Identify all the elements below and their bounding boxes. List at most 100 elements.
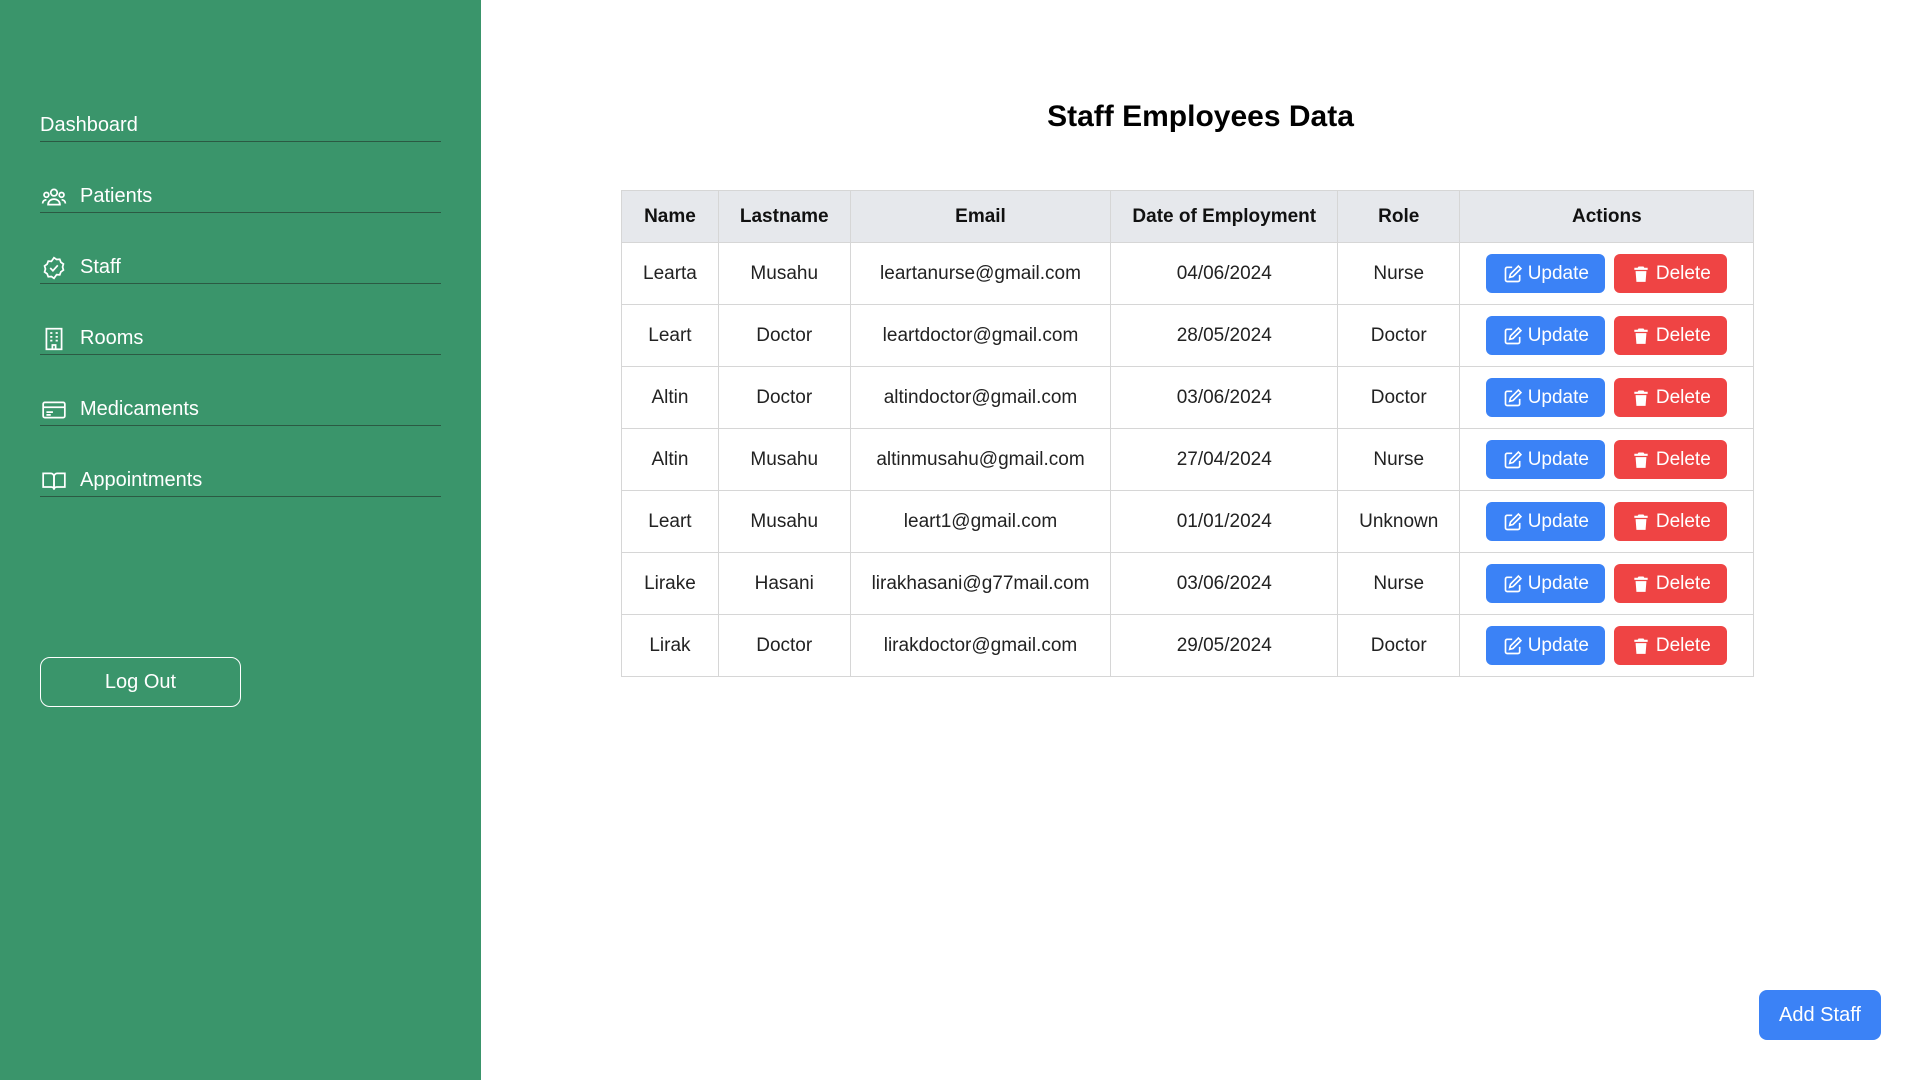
trash-icon — [1631, 636, 1656, 656]
sidebar-item-staff[interactable]: Staff — [40, 252, 441, 284]
cell-email: lirakdoctor@gmail.com — [849, 614, 1112, 677]
cell-actions: Update Delete — [1459, 552, 1755, 615]
cell-name: Altin — [621, 366, 719, 429]
update-button[interactable]: Update — [1486, 378, 1606, 417]
sidebar-item-label: Appointments — [80, 469, 203, 491]
delete-button[interactable]: Delete — [1614, 440, 1728, 479]
update-label: Update — [1527, 448, 1589, 470]
cell-email: leart1@gmail.com — [849, 490, 1112, 553]
cell-actions: Update Delete — [1459, 366, 1755, 429]
table-body: Learta Musahu leartanurse@gmail.com 04/06/2… — [621, 242, 1755, 677]
delete-button[interactable]: Delete — [1614, 564, 1728, 603]
cell-lastname: Musahu — [717, 490, 851, 553]
sidebar-item-dashboard[interactable]: Dashboard — [40, 110, 441, 142]
cell-email: leartdoctor@gmail.com — [849, 304, 1112, 367]
table-row: Leart Doctor leartdoctor@gmail.com 28/05/20… — [621, 304, 1755, 367]
main-content: Staff Employees Data Name Lastname Email… — [481, 0, 1920, 1080]
add-staff-button[interactable]: Add Staff — [1759, 990, 1881, 1040]
edit-icon — [1503, 574, 1528, 594]
cell-name: Learta — [621, 242, 719, 305]
page-title: Staff Employees Data — [1047, 100, 1354, 133]
staff-table-container: Name Lastname Email Date of Employment R… — [621, 190, 1755, 677]
update-button[interactable]: Update — [1486, 626, 1606, 665]
cell-name: Altin — [621, 428, 719, 491]
column-header-lastname: Lastname — [717, 190, 851, 243]
delete-button[interactable]: Delete — [1614, 502, 1728, 541]
sidebar-item-label: Staff — [80, 256, 121, 278]
cell-actions: Update Delete — [1459, 304, 1755, 367]
delete-label: Delete — [1655, 634, 1711, 656]
update-label: Update — [1527, 324, 1589, 346]
table-row: Lirak Doctor lirakdoctor@gmail.com 29/05/20… — [621, 614, 1755, 677]
cell-role: Nurse — [1337, 552, 1461, 615]
cell-lastname: Doctor — [717, 366, 851, 429]
edit-icon — [1503, 450, 1528, 470]
trash-icon — [1631, 450, 1656, 470]
cell-date: 29/05/2024 — [1110, 614, 1339, 677]
update-button[interactable]: Update — [1486, 502, 1606, 541]
delete-label: Delete — [1655, 572, 1711, 594]
column-header-email: Email — [849, 190, 1112, 243]
sidebar-item-appointments[interactable]: Appointments — [40, 465, 441, 497]
trash-icon — [1631, 388, 1656, 408]
update-button[interactable]: Update — [1486, 254, 1606, 293]
update-button[interactable]: Update — [1486, 564, 1606, 603]
card-icon — [40, 396, 68, 424]
cell-lastname: Doctor — [717, 304, 851, 367]
sidebar-item-label: Rooms — [80, 327, 144, 349]
cell-actions: Update Delete — [1459, 614, 1755, 677]
sidebar-item-medicaments[interactable]: Medicaments — [40, 394, 441, 426]
cell-lastname: Hasani — [717, 552, 851, 615]
logout-button[interactable]: Log Out — [40, 657, 241, 707]
sidebar-item-label: Medicaments — [80, 398, 199, 420]
cell-email: altindoctor@gmail.com — [849, 366, 1112, 429]
update-label: Update — [1527, 634, 1589, 656]
table-header-row: Name Lastname Email Date of Employment R… — [621, 190, 1755, 243]
cell-role: Unknown — [1337, 490, 1461, 553]
delete-button[interactable]: Delete — [1614, 378, 1728, 417]
delete-button[interactable]: Delete — [1614, 254, 1728, 293]
column-header-name: Name — [621, 190, 719, 243]
update-label: Update — [1527, 572, 1589, 594]
sidebar-item-patients[interactable]: Patients — [40, 181, 441, 213]
table-row: Leart Musahu leart1@gmail.com 01/01/2024 Unk… — [621, 490, 1755, 553]
cell-name: Leart — [621, 304, 719, 367]
delete-button[interactable]: Delete — [1614, 316, 1728, 355]
app: Dashboard Patients Staff Rooms Medicamen… — [0, 0, 1920, 1080]
cell-email: lirakhasani@g77mail.com — [849, 552, 1112, 615]
cell-name: Lirak — [621, 614, 719, 677]
update-button[interactable]: Update — [1486, 316, 1606, 355]
cell-email: altinmusahu@gmail.com — [849, 428, 1112, 491]
edit-icon — [1503, 388, 1528, 408]
update-button[interactable]: Update — [1486, 440, 1606, 479]
edit-icon — [1503, 512, 1528, 532]
cell-actions: Update Delete — [1459, 428, 1755, 491]
sidebar-nav: Dashboard Patients Staff Rooms Medicamen… — [40, 110, 441, 536]
cell-email: leartanurse@gmail.com — [849, 242, 1112, 305]
edit-icon — [1503, 264, 1528, 284]
delete-label: Delete — [1655, 324, 1711, 346]
trash-icon — [1631, 264, 1656, 284]
cell-role: Doctor — [1337, 366, 1461, 429]
delete-label: Delete — [1655, 510, 1711, 532]
cell-actions: Update Delete — [1459, 490, 1755, 553]
cell-role: Doctor — [1337, 614, 1461, 677]
edit-icon — [1503, 636, 1528, 656]
users-icon — [40, 183, 68, 211]
delete-label: Delete — [1655, 448, 1711, 470]
delete-label: Delete — [1655, 262, 1711, 284]
update-label: Update — [1527, 262, 1589, 284]
staff-table: Name Lastname Email Date of Employment R… — [621, 190, 1755, 677]
update-label: Update — [1527, 510, 1589, 532]
delete-button[interactable]: Delete — [1614, 626, 1728, 665]
cell-lastname: Musahu — [717, 428, 851, 491]
cell-date: 01/01/2024 — [1110, 490, 1339, 553]
trash-icon — [1631, 512, 1656, 532]
cell-role: Doctor — [1337, 304, 1461, 367]
cell-lastname: Doctor — [717, 614, 851, 677]
cell-role: Nurse — [1337, 242, 1461, 305]
column-header-date: Date of Employment — [1110, 190, 1339, 243]
sidebar-item-rooms[interactable]: Rooms — [40, 323, 441, 355]
cell-name: Leart — [621, 490, 719, 553]
sidebar-item-label: Patients — [80, 185, 153, 207]
